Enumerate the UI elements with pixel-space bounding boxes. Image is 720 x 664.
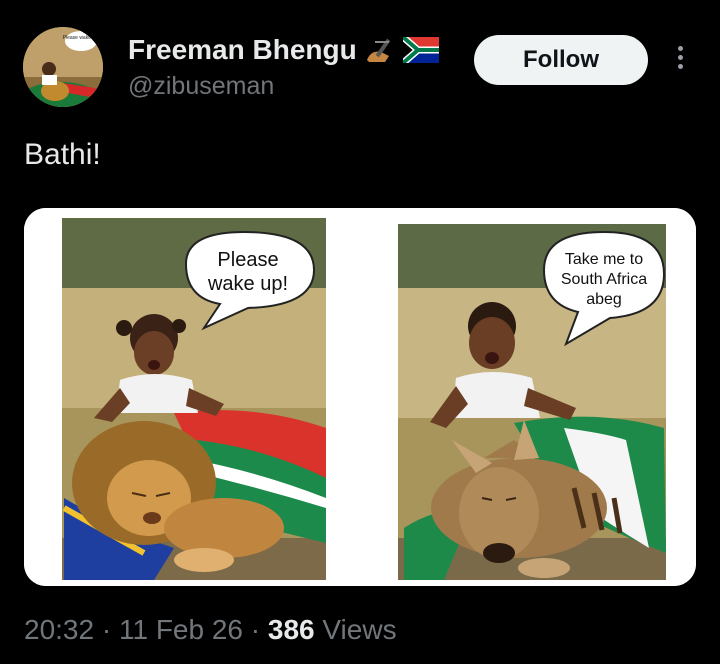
left-bubble-line1: Please — [217, 249, 278, 271]
follow-button[interactable]: Follow — [474, 35, 648, 85]
avatar-image: Please wake up! — [23, 27, 103, 107]
right-bubble-line2: South Africa — [561, 271, 647, 288]
tweet-text: Bathi! — [24, 138, 101, 171]
avatar-bubble-text: Please wake up! — [63, 35, 100, 41]
media-image-right[interactable]: Take me to South Africa abeg — [364, 208, 696, 586]
left-bubble-line2: wake up! — [207, 273, 288, 295]
right-bubble-line3: abeg — [586, 291, 622, 308]
right-bubble-line1: Take me to — [565, 251, 643, 268]
tweet-time[interactable]: 20:32 — [24, 614, 94, 645]
tweet-meta: 20:32 · 11 Feb 26 · 386 Views — [24, 614, 397, 646]
tweet-date[interactable]: 11 Feb 26 — [119, 614, 243, 645]
views-count[interactable]: 386 — [268, 614, 315, 645]
meta-separator: · — [101, 614, 112, 645]
views-label[interactable]: Views — [322, 614, 396, 645]
south-africa-flag-icon — [402, 37, 439, 63]
author-name-row[interactable]: Freeman Bhengu — [128, 34, 439, 66]
author-handle[interactable]: @zibuseman — [128, 72, 274, 101]
meta-separator: · — [250, 614, 261, 645]
tweet-media[interactable]: Please wake up! Take me to South Africa … — [24, 208, 696, 586]
author-display-name[interactable]: Freeman Bhengu — [128, 34, 357, 66]
writing-hand-emoji-icon — [366, 38, 391, 62]
more-options-icon[interactable] — [670, 42, 690, 78]
media-image-left[interactable]: Please wake up! — [24, 208, 356, 586]
author-avatar[interactable]: Please wake up! — [23, 27, 103, 107]
